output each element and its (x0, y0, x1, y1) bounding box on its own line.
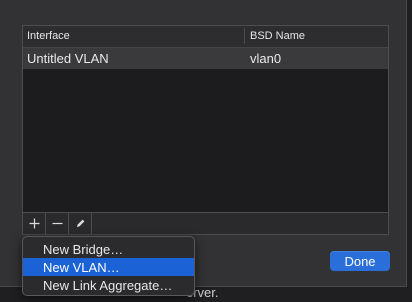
add-button[interactable] (23, 213, 46, 234)
done-button[interactable]: Done (330, 251, 390, 271)
add-interface-menu: New Bridge… New VLAN… New Link Aggregate… (22, 236, 195, 296)
plus-icon (29, 218, 39, 229)
pencil-icon (76, 219, 84, 227)
table-toolbar (22, 213, 389, 235)
column-divider (244, 28, 245, 44)
menu-item-new-bridge[interactable]: New Bridge… (23, 240, 194, 258)
menu-item-label: New Bridge… (43, 242, 124, 257)
column-header-interface[interactable]: Interface (27, 30, 70, 42)
menu-item-new-link-aggregate[interactable]: New Link Aggregate… (23, 276, 194, 294)
edit-button[interactable] (69, 213, 92, 234)
interfaces-table: Interface BSD Name Untitled VLAN vlan0 (22, 25, 389, 213)
table-row[interactable]: Untitled VLAN vlan0 (23, 48, 388, 69)
table-header: Interface BSD Name (23, 26, 388, 48)
menu-item-label: New VLAN… (43, 260, 120, 275)
cell-bsd-name: vlan0 (250, 51, 282, 66)
remove-button[interactable] (46, 213, 69, 234)
menu-item-new-vlan[interactable]: New VLAN… (23, 258, 194, 276)
column-header-bsd-name[interactable]: BSD Name (250, 30, 305, 42)
cell-interface: Untitled VLAN (27, 51, 109, 66)
menu-item-label: New Link Aggregate… (43, 278, 173, 293)
minus-icon (52, 222, 62, 225)
